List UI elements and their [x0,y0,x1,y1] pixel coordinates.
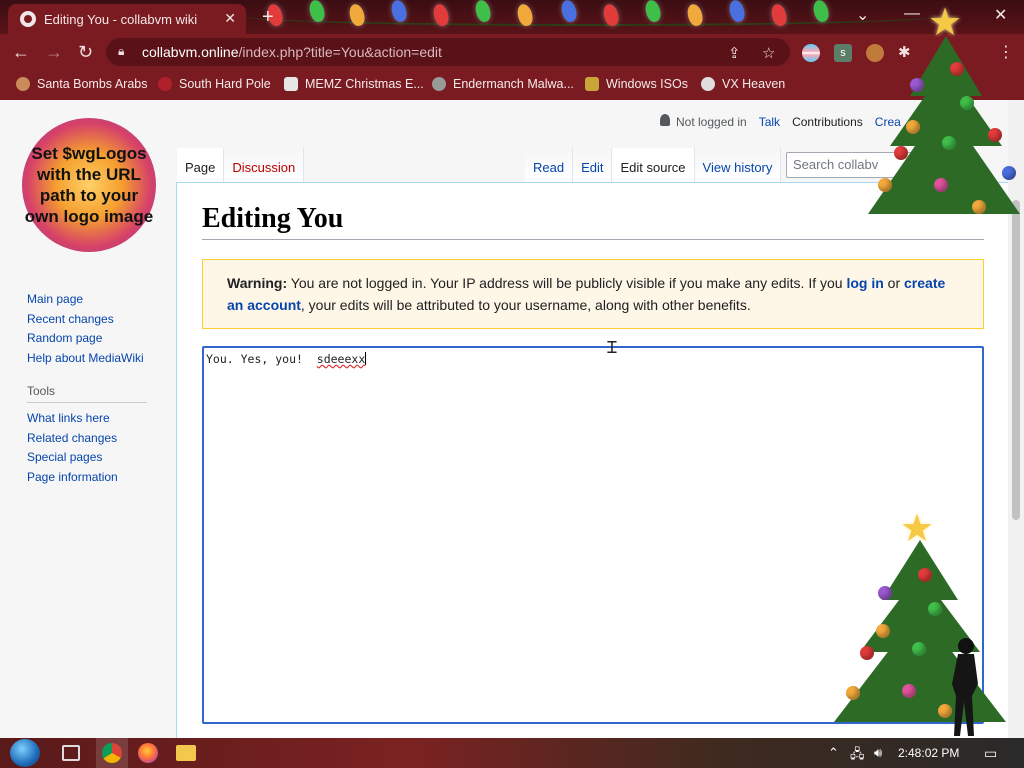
sidebar-navigation: Main page Recent changes Random page Hel… [27,290,147,487]
namespace-tabs: Page Discussion [177,148,305,182]
task-view-icon[interactable] [62,745,80,761]
raccoon-icon [432,77,446,91]
notifications-icon[interactable]: ▭ [984,745,997,762]
view-tabs: Read Edit Edit source View history [525,148,782,182]
url-host: collabvm.online [142,44,239,60]
sidebar-item-random-page[interactable]: Random page [27,329,147,349]
reload-icon[interactable]: ↻ [78,42,93,63]
forward-arrow-icon[interactable]: → [45,42,63,63]
buddha-icon [585,77,599,91]
christmas-tree-top-icon: ★ [866,2,1024,236]
tab-title: Editing You - collabvm wiki [44,11,198,27]
bookmark-star-icon[interactable]: ☆ [762,44,775,62]
anon-warning-box: Warning: You are not logged in. Your IP … [202,259,984,329]
tab-edit-source[interactable]: Edit source [612,148,695,182]
bookmark-item[interactable]: South Hard Pole [158,77,271,91]
tab-page[interactable]: Page [177,148,225,182]
sidebar-item-special-pages[interactable]: Special pages [27,448,147,468]
personal-tools: Not logged in Talk Contributions Crea [660,114,901,129]
browser-tab-active[interactable]: Editing You - collabvm wiki ✕ [8,4,246,34]
bookmark-item[interactable]: MEMZ Christmas E... [284,77,424,91]
logo-text: Set $wgLogos with the URL path to your o… [24,144,154,226]
mouse-ibeam-cursor-icon: Ꮖ [607,340,618,357]
login-link[interactable]: log in [846,275,883,291]
tray-chevron-icon[interactable]: ⌃ [828,745,839,761]
page-icon [284,77,298,91]
network-icon[interactable]: 🖧︎ [850,745,865,767]
warning-or: or [883,275,905,291]
biohazard-icon [701,77,715,91]
sidebar-item-what-links-here[interactable]: What links here [27,409,147,429]
address-bar[interactable]: 🔒︎ collabvm.online/index.php?title=You&a… [106,38,790,66]
scrollbar-thumb[interactable] [1012,200,1020,520]
santa-icon [16,77,30,91]
lock-icon[interactable]: 🔒︎ [118,44,124,59]
volume-icon[interactable]: 🔊︎ [874,745,882,761]
new-tab-icon[interactable]: + [262,6,274,29]
sidebar-tools-heading: Tools [27,384,147,403]
contributions-link[interactable]: Contributions [792,115,863,129]
extension-flag-icon[interactable] [802,44,820,62]
file-explorer-icon[interactable] [176,745,196,761]
sidebar-item-page-information[interactable]: Page information [27,468,147,488]
sidebar-item-main-page[interactable]: Main page [27,290,147,310]
url-path: /index.php?title=You&action=edit [238,44,442,60]
extension-s-icon[interactable]: s [834,44,852,62]
warning-text: You are not logged in. Your IP address w… [287,275,847,291]
bookmark-item[interactable]: Endermanch Malwa... [432,77,574,91]
site-logo[interactable]: Set $wgLogos with the URL path to your o… [22,118,156,252]
firefox-taskbar-icon[interactable] [138,743,158,763]
tab-edit[interactable]: Edit [573,148,613,182]
chrome-favicon-icon [20,11,36,27]
taskbar-clock[interactable]: 2:48:02 PM [898,746,959,760]
warning-label: Warning: [227,275,288,291]
christmas-lights-decoration [250,0,930,34]
close-tab-icon[interactable]: ✕ [224,10,236,27]
bookmark-item[interactable]: VX Heaven [701,77,785,91]
tab-discussion[interactable]: Discussion [224,148,305,182]
sidebar-item-related-changes[interactable]: Related changes [27,429,147,449]
text-caret [365,352,367,365]
sidebar-item-help[interactable]: Help about MediaWiki [27,349,147,369]
editor-text: You. Yes, you! [206,352,317,366]
bookmark-item[interactable]: Santa Bombs Arabs [16,77,147,91]
back-arrow-icon[interactable]: ← [12,42,30,63]
bookmark-item[interactable]: Windows ISOs [585,77,688,91]
share-icon[interactable]: ⇪ [728,44,741,62]
user-icon [660,114,670,126]
misspelled-word: sdeeexx [316,352,366,366]
sidebar-item-recent-changes[interactable]: Recent changes [27,310,147,330]
start-button-icon[interactable] [10,739,40,767]
dancing-figure-icon [952,638,978,736]
warning-text-end: , your edits will be attributed to your … [300,297,751,313]
virus-icon [158,77,172,91]
tab-view-history[interactable]: View history [694,148,782,182]
chrome-taskbar-icon[interactable] [102,743,122,763]
talk-link[interactable]: Talk [759,115,780,129]
windows-taskbar: ⌃ 🖧︎ 🔊︎ 2:48:02 PM ▭ [0,738,1024,768]
tab-read[interactable]: Read [525,148,574,182]
not-logged-in: Not logged in [660,114,747,129]
